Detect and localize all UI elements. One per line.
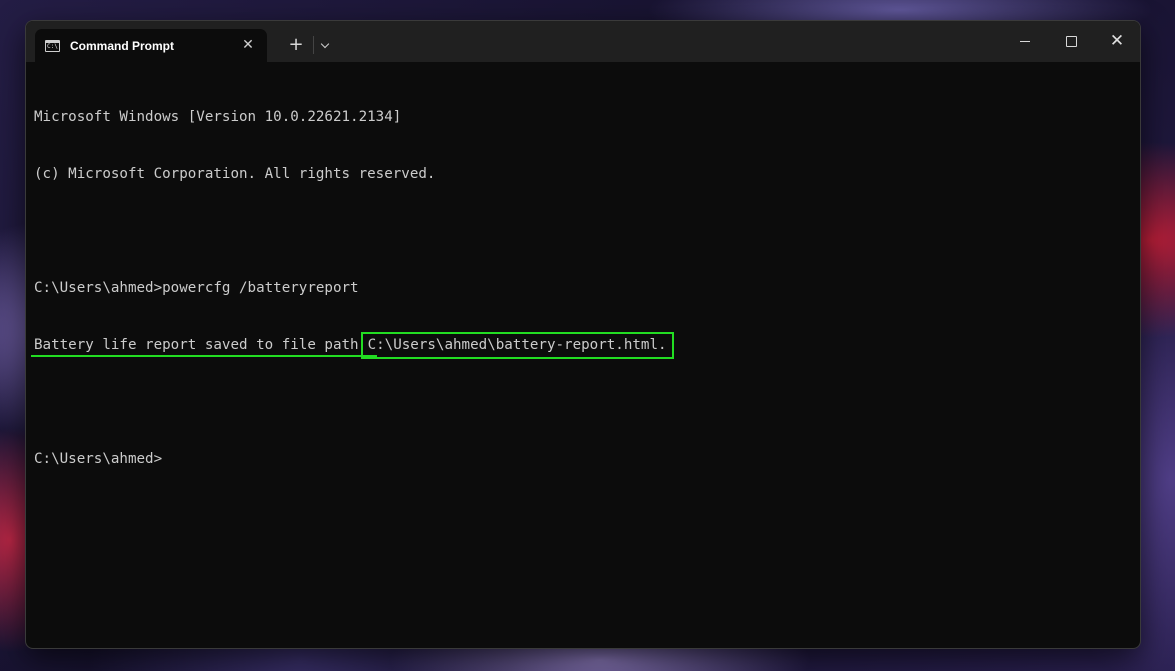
prompt-line[interactable]: C:\Users\ahmed> [34,450,1140,469]
scrollbar[interactable] [1132,65,1138,644]
console-line: C:\Users\ahmed>powercfg /batteryreport [34,280,359,296]
cmd-icon: C:\ [45,39,60,52]
terminal-window: C:\ Command Prompt ✕ + ✕ Microsoft Windo… [25,20,1141,649]
tab-title: Command Prompt [70,38,175,53]
tab-close-icon[interactable]: ✕ [239,36,257,54]
minimize-button[interactable] [1002,21,1048,61]
report-path: C:\Users\ahmed\battery-report.html. [360,332,674,359]
cmd-icon-glyph: C:\ [47,42,58,50]
title-bar[interactable]: C:\ Command Prompt ✕ + ✕ [26,21,1140,62]
maximize-icon [1065,35,1077,47]
new-tab-button[interactable]: + [285,34,307,56]
tab-separator [313,36,314,54]
report-message: Battery life report saved to file path [34,337,359,353]
maximize-button[interactable] [1048,21,1094,61]
close-button[interactable]: ✕ [1094,21,1140,61]
chevron-down-icon [320,39,330,48]
message-underline [31,355,377,357]
close-icon: ✕ [1109,30,1125,51]
console-line: (c) Microsoft Corporation. All rights re… [34,166,436,182]
report-line: Battery life report saved to file path C:… [31,332,1140,359]
profile-dropdown-button[interactable] [316,34,334,56]
minimize-icon [1020,40,1030,42]
console-line: Microsoft Windows [Version 10.0.22621.21… [34,109,402,125]
console-output[interactable]: Microsoft Windows [Version 10.0.22621.21… [31,70,1140,507]
tab-command-prompt[interactable]: C:\ Command Prompt ✕ [35,29,267,62]
